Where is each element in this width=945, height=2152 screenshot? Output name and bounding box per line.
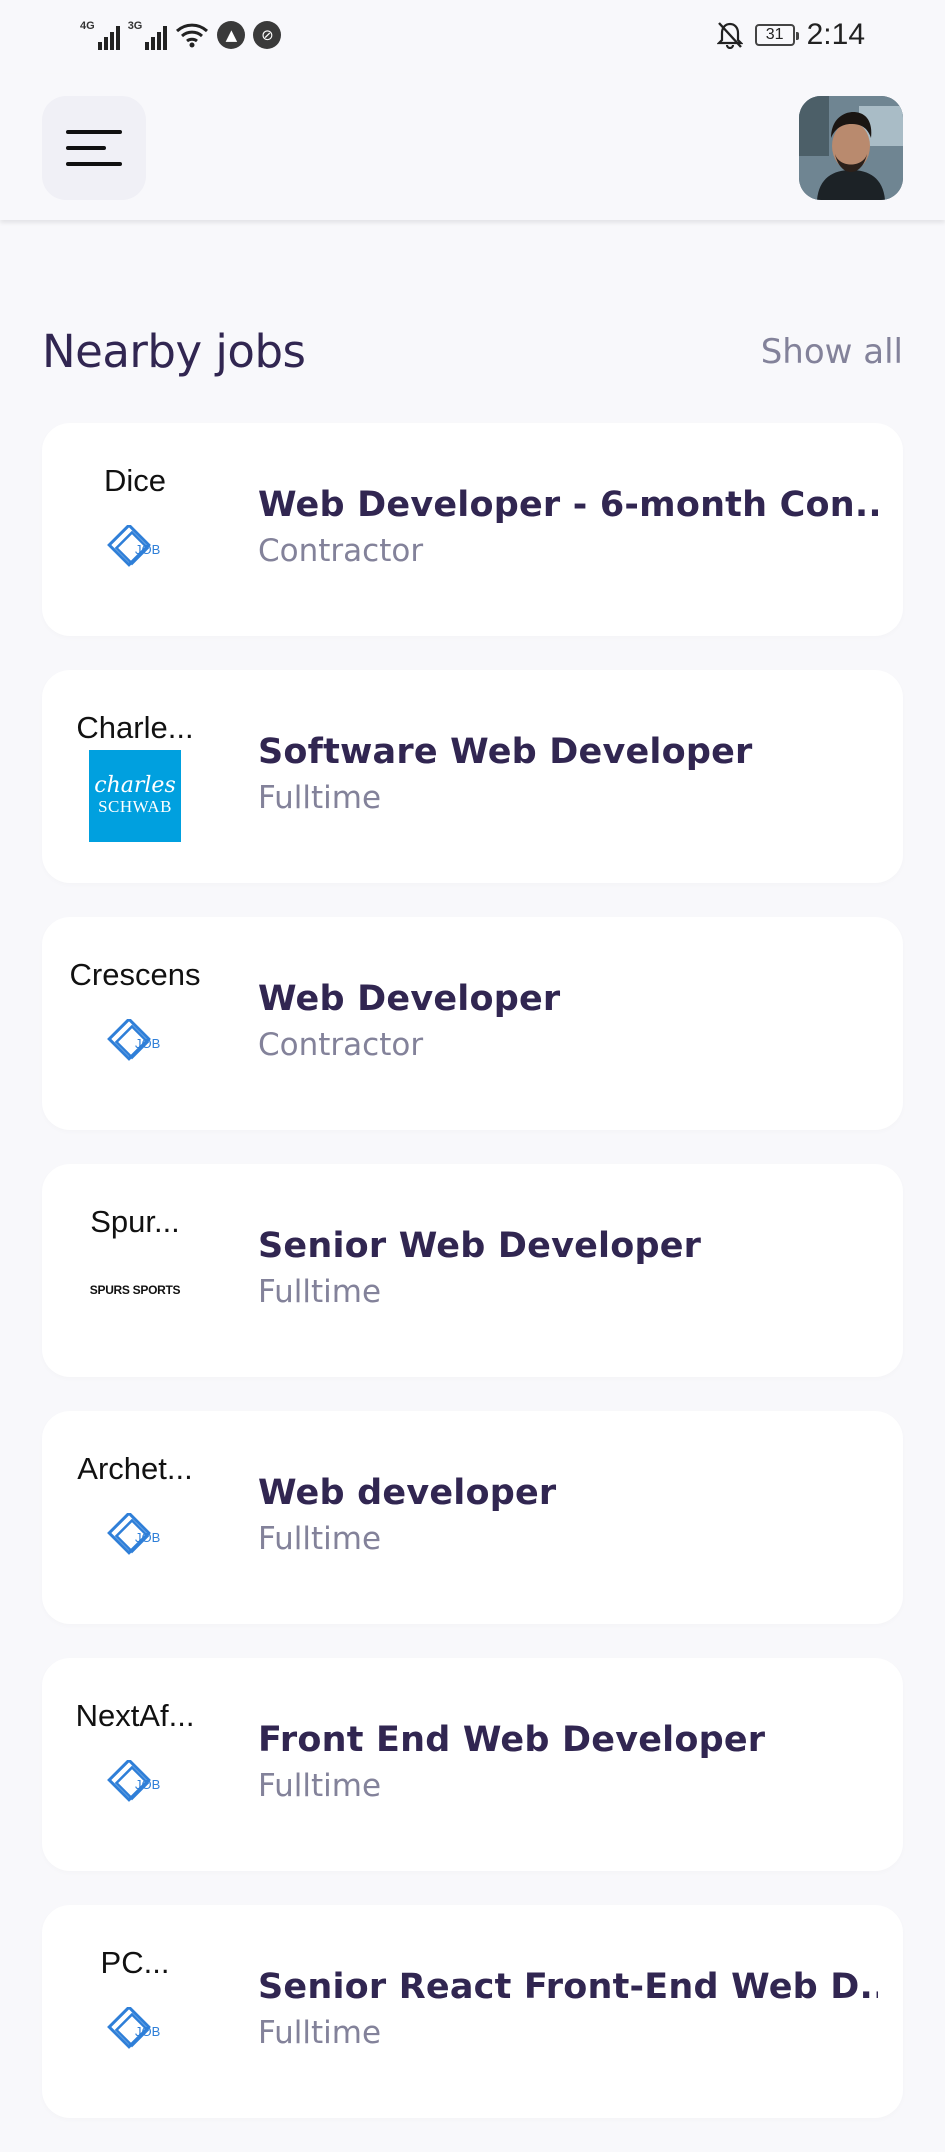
network-type-label: 4G (80, 20, 95, 32)
job-card[interactable]: Charle... charles SCHWAB Software Web De… (42, 670, 903, 883)
spurs-sports-logo: SPURS SPORTS (89, 1244, 181, 1336)
sync-off-icon: ⊘ (253, 21, 282, 49)
profile-photo (799, 96, 903, 200)
job-card[interactable]: PC... JOB Senior React Front-End Web D..… (42, 1905, 903, 2118)
logo-text-line1: charles (94, 773, 176, 798)
job-info: Software Web Developer Fulltime (258, 730, 878, 818)
logo-text-line2: SCHWAB (98, 797, 172, 816)
section-title: Nearby jobs (42, 325, 306, 378)
wifi-icon (176, 23, 209, 48)
company-name: Dice (103, 463, 166, 498)
company-name: Archet... (77, 1451, 193, 1486)
job-type: Contractor (258, 1027, 424, 1063)
battery-level: 31 (765, 26, 784, 43)
status-bar-right: 31 2:14 (716, 18, 865, 52)
battery-icon: 31 (754, 24, 799, 46)
app-header (0, 74, 945, 220)
company-block: PC... JOB (60, 1945, 210, 2077)
job-info: Front End Web Developer Fulltime (258, 1718, 878, 1806)
job-title: Web developer (258, 1473, 557, 1513)
nearby-jobs-list: Dice JOB Web Developer - 6-month Con... … (42, 423, 903, 2152)
job-title: Senior Web Developer (258, 1226, 702, 1266)
job-type: Fulltime (258, 2015, 382, 2051)
company-name: NextAf... (75, 1698, 195, 1733)
job-title: Web Developer - 6-month Con... (258, 485, 878, 525)
job-title: Software Web Developer (258, 732, 753, 772)
company-name: Charle... (76, 710, 194, 745)
logo-text: SPURS SPORTS (89, 1283, 181, 1297)
menu-icon (66, 130, 122, 166)
job-type: Contractor (258, 533, 424, 569)
job-info: Web Developer Contractor (258, 977, 878, 1065)
company-name: Spur... (90, 1204, 180, 1239)
charles-schwab-logo: charles SCHWAB (89, 750, 181, 842)
job-type: Fulltime (258, 1768, 382, 1804)
job-logo-icon: JOB (89, 1491, 181, 1583)
clock: 2:14 (806, 18, 865, 51)
job-card[interactable]: Crescens JOB Web Developer Contractor (42, 917, 903, 1130)
show-all-link[interactable]: Show all (761, 332, 903, 372)
network-type-label: 3G (127, 20, 143, 32)
svg-text:JOB: JOB (135, 1777, 160, 1792)
job-info: Web Developer - 6-month Con... Contracto… (258, 483, 878, 571)
company-block: NextAf... JOB (60, 1698, 210, 1830)
job-logo-icon: JOB (89, 997, 181, 1089)
job-logo-icon: JOB (89, 1985, 181, 2077)
app-notification-icon: ▲ (217, 21, 246, 49)
svg-text:JOB: JOB (135, 1036, 160, 1051)
job-type: Fulltime (258, 780, 382, 816)
menu-button[interactable] (42, 96, 146, 200)
job-logo-icon: JOB (89, 1738, 181, 1830)
job-card[interactable]: NextAf... JOB Front End Web Developer Fu… (42, 1658, 903, 1871)
status-bar: 4G 3G ▲ ⊘ 31 2:14 (0, 0, 945, 74)
svg-text:JOB: JOB (135, 542, 160, 557)
signal-4g-icon: 4G (80, 20, 120, 50)
job-card[interactable]: Spur... SPURS SPORTS Senior Web Develope… (42, 1164, 903, 1377)
job-title: Web Developer (258, 979, 561, 1019)
signal-3g-icon: 3G (128, 20, 168, 50)
company-name: PC... (100, 1945, 170, 1980)
job-title: Senior React Front-End Web D... (258, 1967, 878, 2007)
svg-text:JOB: JOB (135, 2024, 160, 2039)
company-block: Archet... JOB (60, 1451, 210, 1583)
notifications-off-icon (716, 22, 743, 49)
job-info: Senior React Front-End Web D... Fulltime (258, 1965, 878, 2053)
job-type: Fulltime (258, 1274, 382, 1310)
profile-avatar[interactable] (799, 96, 903, 200)
job-type: Fulltime (258, 1521, 382, 1557)
company-block: Crescens JOB (60, 957, 210, 1089)
company-block: Spur... SPURS SPORTS (60, 1204, 210, 1336)
job-card[interactable]: Dice JOB Web Developer - 6-month Con... … (42, 423, 903, 636)
job-logo-icon: JOB (89, 503, 181, 595)
company-block: Dice JOB (60, 463, 210, 595)
job-info: Web developer Fulltime (258, 1471, 878, 1559)
job-info: Senior Web Developer Fulltime (258, 1224, 878, 1312)
job-card[interactable]: Archet... JOB Web developer Fulltime (42, 1411, 903, 1624)
status-bar-left: 4G 3G ▲ ⊘ (80, 20, 282, 50)
svg-text:JOB: JOB (135, 1530, 160, 1545)
company-name: Crescens (69, 957, 201, 992)
company-block: Charle... charles SCHWAB (60, 710, 210, 842)
job-title: Front End Web Developer (258, 1720, 766, 1760)
